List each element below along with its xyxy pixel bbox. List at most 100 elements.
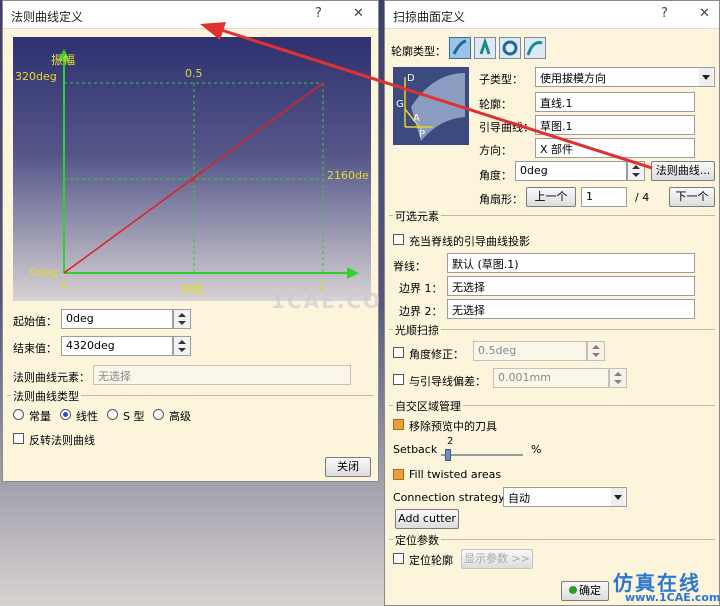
spine-input[interactable]: 默认 (草图.1) (447, 253, 695, 273)
angle-fix-checkbox[interactable] (393, 347, 404, 358)
start-spinner[interactable] (173, 309, 191, 329)
fill-twisted-label: Fill twisted areas (409, 468, 502, 481)
subtype-select[interactable]: 使用拔模方向 (535, 67, 715, 87)
direction-label: 方向： (479, 144, 512, 157)
boundary2-input[interactable]: 无选择 (447, 299, 695, 319)
remove-preview-label: 移除预览中的刀具 (409, 420, 497, 433)
end-spinner[interactable] (173, 336, 191, 356)
ok-label: 确定 (579, 584, 601, 597)
type-advanced-label: 高级 (169, 410, 191, 423)
angle-fix-label: 角度修正： (409, 348, 464, 361)
setback-unit: % (531, 443, 542, 456)
x-axis-title: 参数 (181, 283, 203, 296)
position-section-title: 定位参数 (393, 534, 441, 547)
type-linear-label: 线性 (76, 410, 98, 423)
help-icon[interactable]: ? (661, 6, 668, 21)
direction-input[interactable]: X 部件 (535, 138, 695, 158)
strategy-value: 自动 (508, 492, 530, 505)
start-value-input[interactable]: 0deg (61, 309, 173, 329)
angle-fix-input[interactable]: 0.5deg (473, 341, 587, 361)
type-constant-label: 常量 (29, 410, 51, 423)
chevron-down-icon[interactable] (699, 68, 713, 86)
watermark-url: www.1CAE.com (625, 591, 720, 604)
deviation-spinner[interactable] (609, 368, 627, 388)
optional-section-title: 可选元素 (393, 210, 441, 223)
sweep-explicit-icon[interactable] (449, 37, 471, 59)
sweep-circle-icon[interactable] (499, 37, 521, 59)
setback-value: 2 (447, 436, 454, 447)
connection-strategy-label: Connection strategy: (393, 491, 508, 504)
ok-button[interactable]: 确定 (561, 581, 609, 601)
type-s-radio[interactable] (107, 409, 118, 420)
connection-strategy-select[interactable]: 自动 (503, 487, 627, 507)
ok-icon (569, 586, 577, 594)
angle-label: 角度： (479, 169, 512, 182)
show-parameters-button[interactable]: 显示参数 >> (461, 549, 533, 569)
spine-label: 脊线： (393, 260, 426, 273)
type-s-label: S 型 (123, 410, 145, 423)
setback-label: Setback (393, 443, 438, 456)
setback-slider[interactable] (441, 449, 523, 461)
sweep-surface-dialog: 扫掠曲面定义 ? ✕ 轮廓类型： D G A P 子类型： 使用拔模方向 轮廓：… (384, 0, 720, 606)
remove-preview-checkbox[interactable] (393, 419, 404, 430)
spine-projection-label: 充当脊线的引导曲线投影 (409, 235, 530, 248)
reverse-law-checkbox[interactable] (13, 433, 24, 444)
next-button[interactable]: 下一个 (669, 187, 715, 207)
chevron-down-icon[interactable] (611, 488, 625, 506)
optional-section: 可选元素 (389, 210, 715, 232)
angle-fix-spinner[interactable] (587, 341, 605, 361)
y-min-label: 0deg (30, 266, 58, 279)
start-label: 起始值： (13, 315, 57, 328)
end-value-input[interactable]: 4320deg (61, 336, 173, 356)
x-min-label: 0 (61, 279, 68, 292)
smooth-section-title: 光顺扫掠 (393, 324, 441, 337)
help-icon[interactable]: ? (315, 6, 322, 21)
sector-input[interactable]: 1 (581, 187, 627, 207)
deviation-checkbox[interactable] (393, 374, 404, 385)
setback-track (441, 454, 523, 456)
law-graph: × 振幅 320deg 0deg 0.5 2160de 0 参数 1 1CAE.… (13, 37, 380, 313)
sweep-diagram: D G A P (393, 67, 469, 145)
sweep-line-icon[interactable] (474, 37, 496, 59)
diagram-p: P (419, 129, 426, 140)
close-icon[interactable]: ✕ (353, 6, 364, 21)
deviation-label: 与引导线偏差： (409, 375, 486, 388)
profile-label: 轮廓： (479, 98, 512, 111)
sweep-conic-icon[interactable] (524, 37, 546, 59)
self-intersection-section-title: 自交区域管理 (393, 400, 463, 413)
sweep-title-bar: 扫掠曲面定义 ? ✕ (385, 1, 719, 29)
profile-input[interactable]: 直线.1 (535, 92, 695, 112)
fill-twisted-checkbox[interactable] (393, 469, 404, 480)
element-label: 法则曲线元素： (13, 371, 90, 384)
law-curve-button[interactable]: 法则曲线... (651, 161, 715, 181)
guide-curve-label: 引导曲线： (479, 121, 534, 134)
reverse-law-label: 反转法则曲线 (29, 434, 95, 447)
y-axis-title: 振幅 (51, 53, 76, 67)
type-linear-radio[interactable] (60, 409, 71, 420)
angular-sector-label: 角扇形： (479, 193, 523, 206)
deviation-input[interactable]: 0.001mm (493, 368, 609, 388)
previous-button[interactable]: 上一个 (526, 187, 576, 207)
law-curve-dialog: 法则曲线定义 ? ✕ × 振幅 320deg 0deg 0.5 2160de 0… (2, 0, 380, 482)
boundary1-input[interactable]: 无选择 (447, 276, 695, 296)
profile-type-label: 轮廓类型： (391, 45, 446, 58)
setback-handle[interactable] (445, 449, 451, 461)
subtype-label: 子类型： (479, 73, 523, 86)
type-advanced-radio[interactable] (153, 409, 164, 420)
guide-curve-input[interactable]: 草图.1 (535, 115, 695, 135)
subtype-value: 使用拔模方向 (540, 72, 606, 85)
close-icon[interactable]: ✕ (699, 6, 710, 21)
sector-total: / 4 (635, 191, 650, 204)
mid-right-label: 2160de (327, 169, 369, 182)
type-constant-radio[interactable] (13, 409, 24, 420)
position-profile-checkbox[interactable] (393, 553, 404, 564)
sweep-dialog-title: 扫掠曲面定义 (393, 10, 466, 24)
element-input[interactable]: 无选择 (93, 365, 351, 385)
close-button[interactable]: 关闭 (325, 457, 371, 477)
add-cutter-button[interactable]: Add cutter (395, 509, 459, 529)
y-max-label: 320deg (15, 70, 57, 83)
law-title-bar: 法则曲线定义 ? ✕ (3, 1, 378, 29)
angle-input[interactable]: 0deg (515, 161, 627, 181)
angle-spinner[interactable] (627, 161, 645, 181)
spine-projection-checkbox[interactable] (393, 234, 404, 245)
